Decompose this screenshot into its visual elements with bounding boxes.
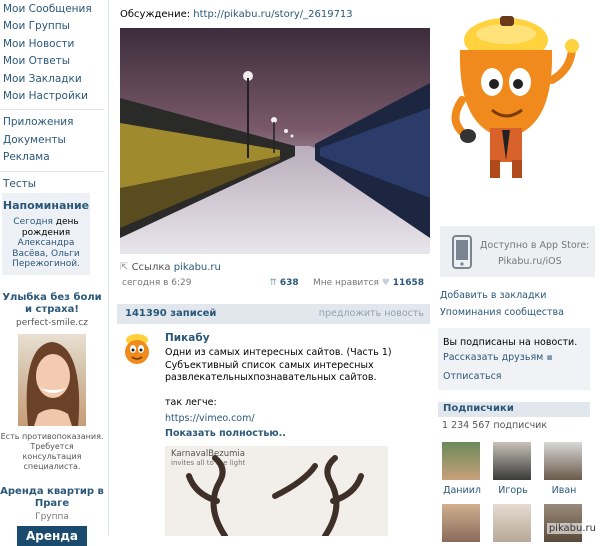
ad2-title[interactable]: Аренда квартир в Праге	[0, 486, 104, 510]
ad-title[interactable]: Улыбка без боли и страха!	[0, 292, 104, 316]
link-domain[interactable]: pikabu.ru	[174, 262, 221, 273]
wall-count[interactable]: 141390 записей	[125, 308, 216, 319]
ad-photo-woman[interactable]	[18, 334, 86, 426]
post-vimeo-link[interactable]: https://vimeo.com/	[165, 413, 255, 424]
suggest-news-link[interactable]: предложить новость	[319, 308, 424, 319]
subscriber-card[interactable]: Иван	[544, 442, 584, 496]
nav-applications[interactable]: Приложения	[0, 114, 107, 131]
main-column: Обсуждение: http://pikabu.ru/story/_2619…	[110, 0, 430, 536]
wall-header: 141390 записей предложить новость	[117, 304, 430, 324]
reminder-title: Напоминание	[2, 199, 90, 212]
like-label[interactable]: Мне нравится	[313, 278, 379, 288]
ad-disclaimer: Есть противопоказания. Требуется консуль…	[0, 432, 104, 472]
post-image-antlers[interactable]: KarnavalBezumia invites all to the light	[165, 446, 388, 536]
ad-domain: perfect-smile.cz	[0, 318, 104, 328]
subscriber-name[interactable]: Иван	[544, 485, 584, 496]
repost-count[interactable]: 638	[280, 278, 299, 288]
app-store-line1: Доступно в App Store:	[480, 238, 589, 254]
link-label: Ссылка	[132, 262, 171, 273]
nav-documents[interactable]: Документы	[0, 132, 107, 149]
reminder-body: Сегодня день рождения Александра Васёва,…	[2, 217, 90, 270]
reminder-today: Сегодня	[13, 217, 53, 227]
reminder-names-link[interactable]: Александра Васёва, Ольги Пережогиной.	[12, 238, 80, 269]
birthday-reminder: Напоминание Сегодня день рождения Алекса…	[2, 193, 90, 275]
speech-bubble-icon: ▪	[546, 352, 552, 363]
subscriber-card[interactable]	[442, 504, 482, 542]
nav-divider	[0, 171, 104, 172]
tell-friends-row[interactable]: Рассказать друзьям ▪	[443, 352, 553, 363]
unsubscribe-link[interactable]: Отписаться	[443, 371, 502, 382]
subscription-box: Вы подписаны на новости. Рассказать друз…	[438, 328, 590, 390]
subscriber-card[interactable]: Даниил	[442, 442, 482, 496]
post-meta: сегодня в 6:29 ⇈ 638 Мне нравится ♥ 1165…	[122, 278, 424, 288]
subscriber-card[interactable]	[493, 504, 533, 542]
app-store-line2: Pikabu.ru/iOS	[498, 254, 589, 270]
post-text-line: Одни из самых интересных сайтов. (Часть …	[165, 347, 425, 360]
subscriber-card[interactable]: Игорь	[493, 442, 533, 496]
ad2-type: Группа	[0, 512, 104, 522]
post-text-line: развлекательныхпознавательных сайтов.	[165, 372, 425, 385]
discussion-label: Обсуждение:	[120, 9, 190, 20]
subscriber-avatar[interactable]	[544, 442, 582, 480]
post-photo-trains[interactable]	[120, 28, 430, 254]
app-store-banner[interactable]: Доступно в App Store: Pikabu.ru/iOS	[440, 226, 595, 277]
post-author[interactable]: Пикабу	[165, 332, 210, 344]
ad-smile[interactable]: Улыбка без боли и страха! perfect-smile.…	[0, 292, 104, 472]
nav-my-answers[interactable]: Мои Ответы	[0, 53, 107, 70]
add-bookmark-link[interactable]: Добавить в закладки	[440, 290, 546, 301]
nav-my-bookmarks[interactable]: Мои Закладки	[0, 71, 107, 88]
nav-divider	[0, 109, 104, 110]
subscribers-count: 1 234 567 подписчик	[442, 420, 547, 431]
discussion-link[interactable]: http://pikabu.ru/story/_2619713	[193, 9, 352, 20]
ad-prague-rent[interactable]: Аренда квартир в Праге Группа Аренда	[0, 486, 104, 546]
repost-icon[interactable]: ⇈	[269, 278, 277, 288]
post-link-line: ⇱ Ссылка pikabu.ru	[120, 262, 221, 273]
post-actions: ⇈ 638 Мне нравится ♥ 11658	[269, 278, 424, 288]
subscriber-avatar[interactable]	[493, 442, 531, 480]
subscriber-name[interactable]: Игорь	[493, 485, 533, 496]
subscribed-status: Вы подписаны на новости.	[443, 337, 577, 348]
post-time[interactable]: сегодня в 6:29	[122, 278, 191, 288]
ad2-image[interactable]: Аренда	[17, 526, 87, 546]
watermark: pikabu.ru	[547, 523, 598, 534]
post-text-line: так легче:	[165, 397, 425, 410]
nav-my-news[interactable]: Мои Новости	[0, 36, 107, 53]
nav-my-groups[interactable]: Мои Группы	[0, 18, 107, 35]
subscriber-avatar[interactable]	[442, 442, 480, 480]
nav-my-settings[interactable]: Мои Настройки	[0, 88, 107, 105]
community-mentions-link[interactable]: Упоминания сообщества	[440, 307, 564, 318]
post-text: Одни из самых интересных сайтов. (Часть …	[165, 347, 425, 409]
heart-icon[interactable]: ♥	[382, 278, 390, 288]
column-divider	[108, 0, 109, 536]
app-store-text: Доступно в App Store: Pikabu.ru/iOS	[480, 238, 589, 270]
nav-ads[interactable]: Реклама	[0, 149, 107, 166]
subscriber-name[interactable]: Даниил	[442, 485, 482, 496]
phone-icon	[452, 235, 472, 269]
pikabu-mascot-image[interactable]	[438, 10, 600, 180]
pikabu-avatar[interactable]	[119, 332, 155, 368]
subscriber-avatar[interactable]	[442, 504, 480, 542]
discussion-line: Обсуждение: http://pikabu.ru/story/_2619…	[120, 9, 353, 20]
subscriber-avatar[interactable]	[493, 504, 531, 542]
link-icon: ⇱	[120, 262, 128, 273]
like-count[interactable]: 11658	[393, 278, 424, 288]
tell-friends-link[interactable]: Рассказать друзьям	[443, 352, 543, 363]
subscribers-header[interactable]: Подписчики	[438, 402, 590, 417]
show-more-link[interactable]: Показать полностью..	[165, 428, 286, 439]
post-text-line: Субъективный список самых интересных	[165, 360, 425, 373]
right-column: Доступно в App Store: Pikabu.ru/iOS Доба…	[438, 0, 600, 536]
nav-tests[interactable]: Тесты	[0, 176, 107, 193]
nav-my-messages[interactable]: Мои Сообщения	[0, 1, 107, 18]
subscribers-title[interactable]: Подписчики	[443, 403, 514, 414]
